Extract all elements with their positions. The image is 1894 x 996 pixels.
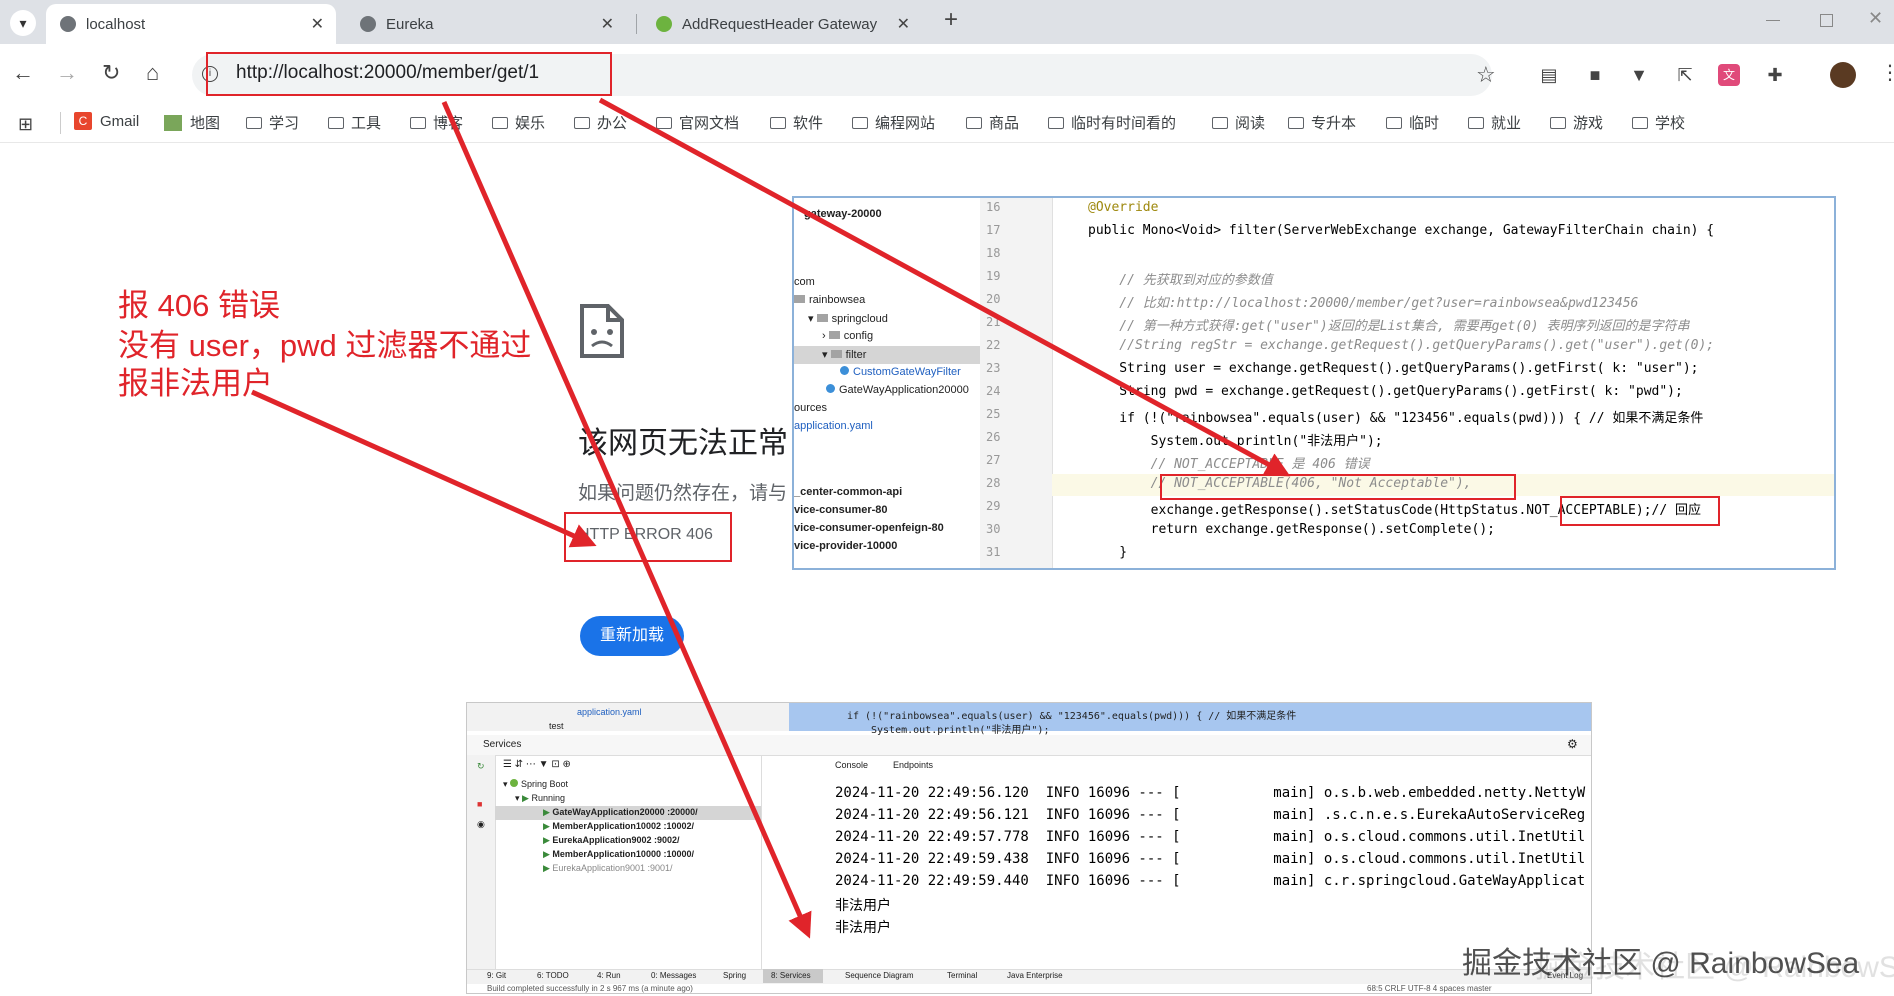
annotation-arrows — [250, 97, 1291, 939]
arrow-to-http-error — [250, 389, 597, 548]
arrow-to-console — [441, 100, 812, 939]
arrow-to-code — [598, 97, 1291, 477]
